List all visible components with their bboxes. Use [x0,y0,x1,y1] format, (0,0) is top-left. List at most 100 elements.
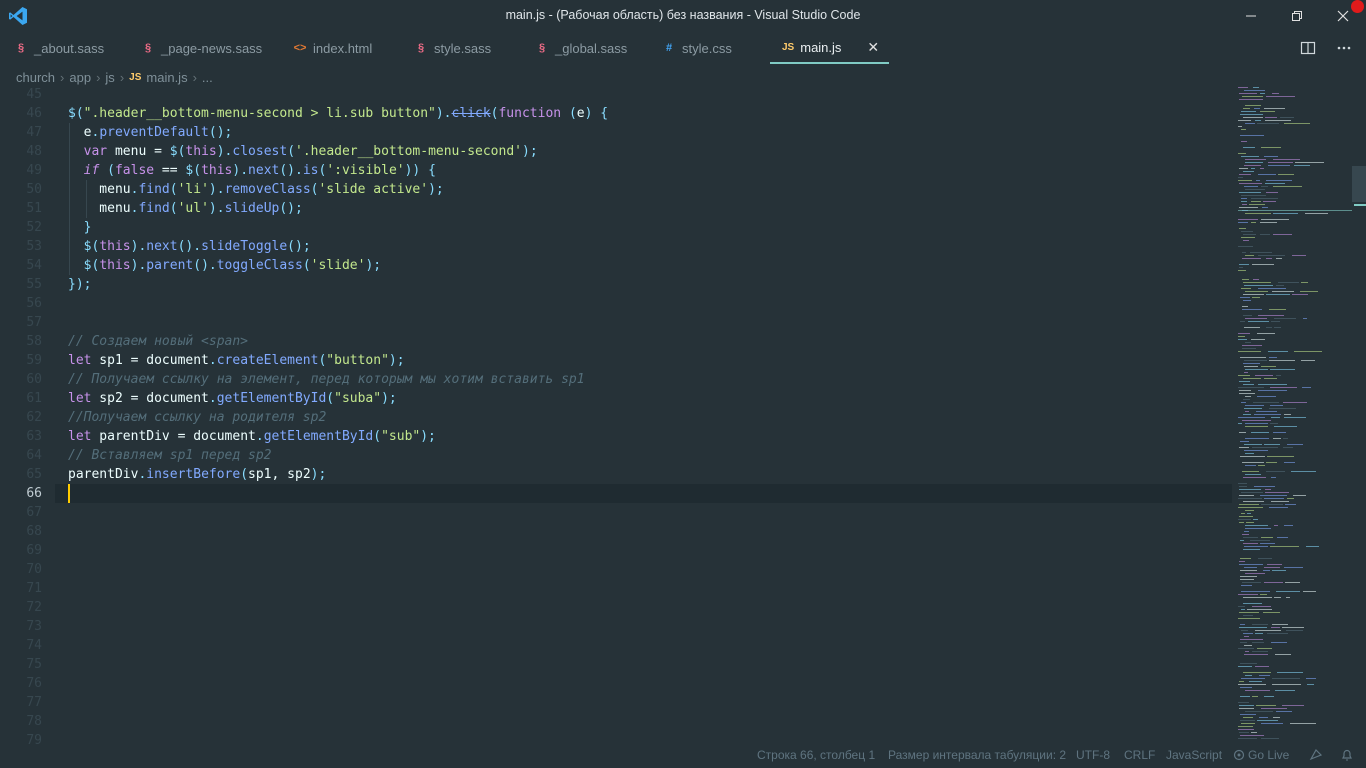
minimap-line [1239,174,1251,175]
code-line: } [83,220,92,235]
breadcrumb-item-church[interactable]: church [16,70,55,85]
minimap-line [1239,183,1262,184]
line-number: 52 [26,220,42,235]
tab-global-sass[interactable]: § _global.sass [535,32,655,64]
line-number: 65 [26,467,42,482]
code-line: var menu = $(this).closest('.header__bot… [83,144,538,159]
line-number: 61 [26,391,42,406]
cursor-position[interactable]: Строка 66, столбец 1 [757,748,875,762]
line-number: 59 [26,353,42,368]
chevron-right-icon: › [60,69,65,85]
minimap-line [1244,654,1268,655]
minimap-line [1255,633,1263,634]
tab-label: style.css [682,40,732,56]
minimap-line [1242,309,1262,310]
minimap-line [1272,291,1294,292]
minimap-line [1254,108,1260,109]
title-bar: main.js - (Рабочая область) без названия… [0,0,1366,32]
eol-setting[interactable]: CRLF [1124,748,1155,762]
minimap-line [1252,651,1268,652]
go-live-button[interactable]: Go Live [1233,748,1289,762]
breadcrumb-item-js[interactable]: js [105,70,114,85]
minimap-line [1265,117,1277,118]
minimap-line [1265,492,1289,493]
line-number: 77 [26,695,42,710]
minimap-line [1241,630,1248,631]
minimap-line [1255,375,1273,376]
minimap-line [1239,522,1244,523]
minimap-line [1300,291,1318,292]
minimap-line [1245,423,1268,424]
line-number: 46 [26,106,42,121]
tab-page-news-sass[interactable]: § _page-news.sass [141,32,291,64]
minimap-line [1273,432,1286,433]
line-number: 60 [26,372,42,387]
minimap-line [1278,282,1299,283]
minimap[interactable] [1238,85,1352,745]
feedback-icon[interactable] [1309,748,1323,765]
minimap-line [1243,543,1258,544]
minimap-line [1256,411,1277,412]
close-tab-icon[interactable]: ✕ [867,39,879,56]
breadcrumb-item-main-js[interactable]: main.js [146,70,187,85]
encoding-setting[interactable]: UTF-8 [1076,748,1110,762]
tab-style-sass[interactable]: § style.sass [414,32,524,64]
tab-about-sass[interactable]: § _about.sass [14,32,134,64]
breadcrumb-item-symbols[interactable]: ... [202,70,213,85]
minimap-line [1245,396,1251,397]
code-editor[interactable]: 45 46 47 48 49 50 51 52 53 54 55 56 57 5… [0,85,1232,745]
minimap-line [1239,447,1249,448]
breadcrumb-item-app[interactable]: app [69,70,91,85]
minimap-line [1261,219,1289,220]
minimap-line [1238,180,1252,181]
minimap-line [1306,678,1316,679]
minimap-line [1255,120,1261,121]
code-line: // Вставляем sp1 перед sp2 [68,448,272,463]
code-line: let sp2 = document.getElementById("suba"… [68,391,397,406]
minimize-button[interactable] [1228,0,1274,32]
minimap-line [1243,171,1254,172]
notification-badge [1351,0,1364,13]
line-number: 51 [26,201,42,216]
split-editor-button[interactable] [1300,32,1316,64]
minimap-line [1239,489,1261,490]
minimap-line [1269,360,1295,361]
minimap-line [1240,114,1263,115]
minimap-line [1303,318,1307,319]
minimap-line [1280,117,1294,118]
minimap-line [1276,258,1282,259]
minimap-line [1264,582,1283,583]
split-editor-icon [1300,41,1316,55]
language-mode[interactable]: JavaScript [1166,748,1222,762]
minimap-line [1241,201,1247,202]
vertical-scrollbar-thumb[interactable] [1352,166,1366,202]
minimap-line [1245,159,1266,160]
tab-main-js[interactable]: JS main.js ✕ [770,32,889,64]
minimap-line [1241,141,1247,142]
notifications-bell-icon[interactable] [1340,748,1354,765]
indentation-setting[interactable]: Размер интервала табуляции: 2 [888,748,1066,762]
minimap-line [1239,561,1245,562]
minimap-line [1302,387,1311,388]
minimap-line [1245,528,1271,529]
sass-icon: § [17,42,25,54]
minimap-line [1267,564,1282,565]
more-icon [1337,46,1351,50]
minimap-line [1272,624,1288,625]
minimap-line [1240,579,1254,580]
minimap-line [1252,624,1268,625]
tab-style-css[interactable]: # style.css [662,32,762,64]
minimap-line [1238,594,1258,595]
restore-button[interactable] [1274,0,1320,32]
minimap-line [1251,339,1265,340]
minimap-line [1273,186,1302,187]
tab-index-html[interactable]: <> index.html [293,32,403,64]
minimap-line [1243,378,1261,379]
minimap-line [1258,384,1287,385]
more-actions-button[interactable] [1336,32,1352,64]
minimap-line [1240,558,1251,559]
minimap-line [1239,705,1254,706]
minimap-line [1258,558,1272,559]
minimap-line [1260,594,1267,595]
minimap-line [1239,681,1244,682]
